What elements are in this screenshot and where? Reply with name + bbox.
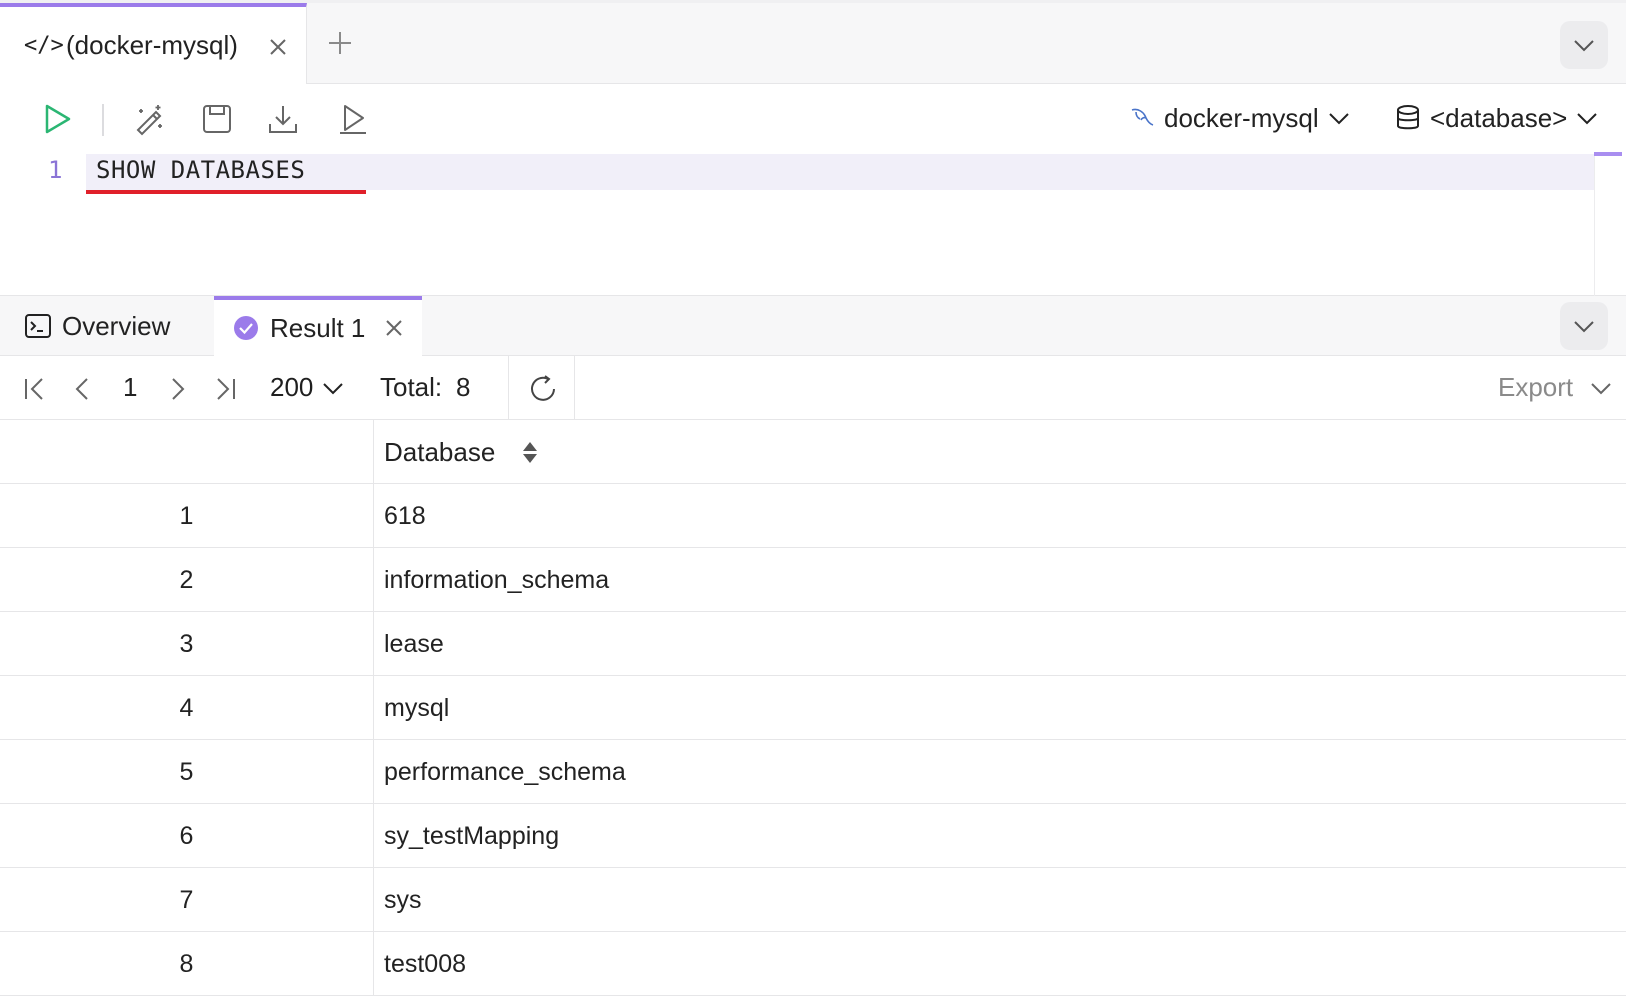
database-cell[interactable]: information_schema xyxy=(384,548,609,612)
column-header-label: Database xyxy=(384,436,496,467)
result-tab-bar: Overview Result 1 xyxy=(0,296,1626,356)
total-value: 8 xyxy=(456,372,471,402)
table-header-row: Database xyxy=(0,420,1626,484)
tab-overview-label: Overview xyxy=(62,310,171,341)
row-index: 2 xyxy=(0,548,374,612)
row-index: 1 xyxy=(0,484,374,548)
row-index: 6 xyxy=(0,804,374,868)
code-icon: </> xyxy=(24,33,64,58)
database-cell[interactable]: lease xyxy=(384,612,444,676)
collapse-results-button[interactable] xyxy=(1560,302,1608,350)
chevron-down-icon xyxy=(1574,321,1594,333)
row-number-header xyxy=(0,420,374,484)
result-pager: 1 200 Total: 8 Export xyxy=(0,356,1626,420)
error-underline xyxy=(86,190,366,194)
row-index: 4 xyxy=(0,676,374,740)
toolbar-divider xyxy=(102,104,104,136)
sort-icon[interactable] xyxy=(523,441,538,463)
chevron-down-icon xyxy=(1574,40,1594,52)
terminal-icon xyxy=(25,314,51,338)
close-tab-icon[interactable] xyxy=(266,35,290,59)
save-icon[interactable] xyxy=(200,102,234,136)
column-header-database[interactable]: Database xyxy=(384,420,538,484)
database-cell[interactable]: 618 xyxy=(384,484,426,548)
database-cell[interactable]: sy_testMapping xyxy=(384,804,559,868)
total-label: Total: xyxy=(380,372,443,402)
row-index: 3 xyxy=(0,612,374,676)
sql-editor[interactable]: 1 SHOW DATABASES xyxy=(0,152,1626,296)
table-row[interactable]: 4 mysql xyxy=(0,676,1626,740)
database-cell[interactable]: sys xyxy=(384,868,422,932)
chevron-down-icon xyxy=(1591,382,1611,394)
editor-tab-bar: </> (docker-mysql) xyxy=(0,0,1626,84)
database-cell[interactable]: test008 xyxy=(384,932,466,996)
editor-tab-docker-mysql[interactable]: </> (docker-mysql) xyxy=(0,3,307,84)
format-magic-wand-icon[interactable] xyxy=(132,102,166,136)
next-page-icon[interactable] xyxy=(164,376,190,402)
connection-name: docker-mysql xyxy=(1164,102,1319,133)
chevron-down-icon xyxy=(1577,113,1598,125)
collapse-editor-button[interactable] xyxy=(1560,21,1608,69)
tab-result-1[interactable]: Result 1 xyxy=(214,296,422,356)
sql-code-line[interactable]: SHOW DATABASES xyxy=(96,156,305,184)
database-cell[interactable]: performance_schema xyxy=(384,740,626,804)
download-icon[interactable] xyxy=(266,102,300,136)
table-row[interactable]: 2 information_schema xyxy=(0,548,1626,612)
chevron-down-icon xyxy=(323,382,344,394)
database-name: <database> xyxy=(1430,102,1568,133)
editor-scrollbar[interactable] xyxy=(1594,152,1595,296)
run-icon[interactable] xyxy=(40,102,74,136)
current-page[interactable]: 1 xyxy=(123,372,137,403)
table-row[interactable]: 6 sy_testMapping xyxy=(0,804,1626,868)
first-page-icon[interactable] xyxy=(22,376,48,402)
pager-divider xyxy=(574,356,575,420)
close-tab-icon[interactable] xyxy=(383,317,405,339)
row-index: 8 xyxy=(0,932,374,996)
run-selected-icon[interactable] xyxy=(336,102,370,136)
table-row[interactable]: 3 lease xyxy=(0,612,1626,676)
current-line-highlight xyxy=(86,154,1594,190)
table-row[interactable]: 1 618 xyxy=(0,484,1626,548)
prev-page-icon[interactable] xyxy=(70,376,96,402)
editor-toolbar: docker-mysql <database> xyxy=(0,84,1626,152)
line-number: 1 xyxy=(48,156,63,184)
pager-divider xyxy=(508,356,509,420)
page-size-select[interactable]: 200 xyxy=(270,372,345,403)
tab-overview[interactable]: Overview xyxy=(0,296,214,356)
success-check-icon xyxy=(234,316,258,340)
editor-tab-title: (docker-mysql) xyxy=(66,30,238,60)
table-row[interactable]: 7 sys xyxy=(0,868,1626,932)
row-index: 5 xyxy=(0,740,374,804)
export-button[interactable]: Export xyxy=(1498,372,1613,403)
tab-result-1-label: Result 1 xyxy=(270,312,366,343)
results-table: Database 1 618 2 information_schema 3 le… xyxy=(0,420,1626,996)
table-row[interactable]: 8 test008 xyxy=(0,932,1626,996)
mysql-dolphin-icon xyxy=(1131,108,1154,126)
new-tab-icon[interactable] xyxy=(326,29,354,57)
export-label: Export xyxy=(1498,372,1574,402)
chevron-down-icon xyxy=(1328,113,1349,125)
database-cell[interactable]: mysql xyxy=(384,676,449,740)
database-icon xyxy=(1397,105,1419,130)
database-select[interactable]: <database> xyxy=(1394,100,1599,136)
connection-select[interactable]: docker-mysql xyxy=(1128,100,1351,136)
page-size-value: 200 xyxy=(270,372,314,402)
table-row[interactable]: 5 performance_schema xyxy=(0,740,1626,804)
row-index: 7 xyxy=(0,868,374,932)
refresh-icon[interactable] xyxy=(528,374,558,404)
last-page-icon[interactable] xyxy=(212,376,238,402)
scrollbar-marker xyxy=(1594,152,1622,156)
